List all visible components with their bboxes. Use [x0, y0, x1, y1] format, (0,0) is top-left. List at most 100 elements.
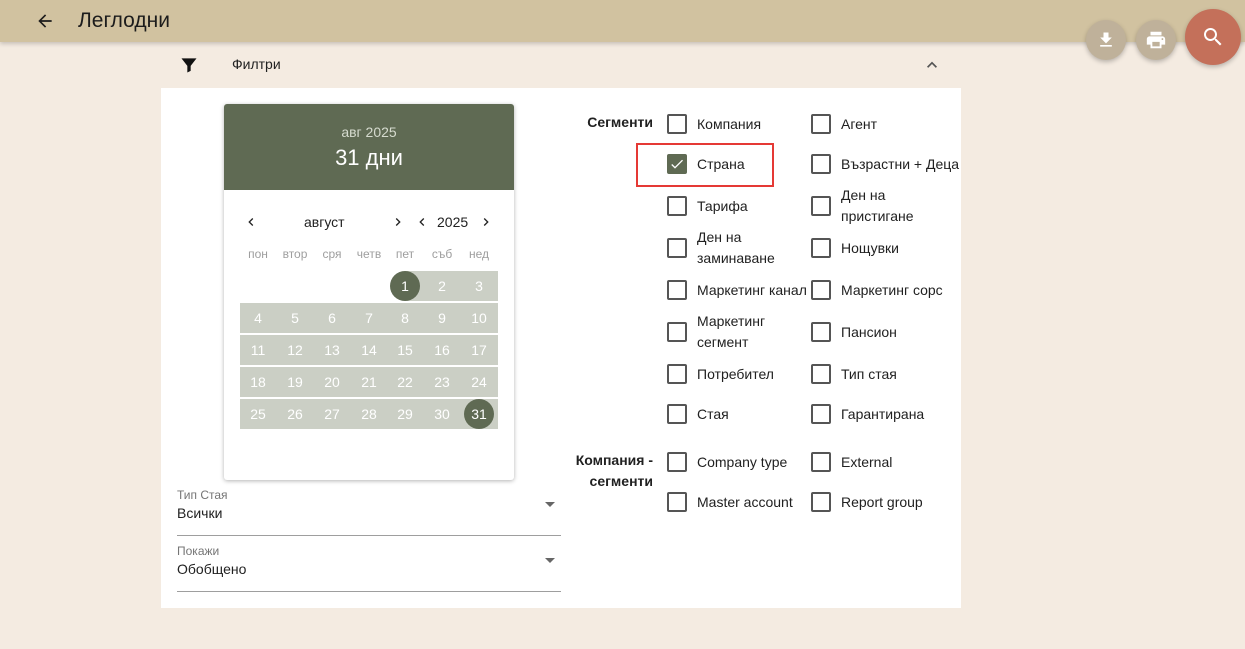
show-label: Покажи	[177, 544, 220, 558]
date-picker-header: авг 2025 31 дни	[224, 104, 514, 190]
checkbox-label: Маркетинг сорс	[841, 281, 943, 298]
checkbox-box[interactable]	[667, 452, 687, 472]
calendar-day[interactable]: 24	[461, 367, 497, 397]
next-month-button[interactable]	[388, 212, 408, 232]
date-picker-subtitle: авг 2025	[341, 124, 397, 140]
calendar-grid: 1 2 3 4 5 6 7 8 9 10 11 12 13 14 15 16 17 18 19 20 21 22 23 24 2…	[240, 271, 498, 431]
checkbox-label: Гарантирана	[841, 405, 925, 422]
calendar-day[interactable]: 17	[461, 335, 497, 365]
checkbox-box[interactable]	[667, 322, 687, 342]
checkbox-label: Ден на заминаване	[697, 229, 775, 266]
checkbox-segments[interactable]: Ден на пристигане	[811, 185, 961, 227]
search-button[interactable]	[1185, 9, 1241, 65]
download-icon	[1100, 32, 1112, 47]
checkbox-box[interactable]	[811, 452, 831, 472]
checkbox-segments[interactable]: Маркетинг сегмент	[667, 311, 817, 353]
calendar-day[interactable]: 12	[277, 335, 313, 365]
checkbox-box[interactable]	[667, 196, 687, 216]
date-picker-days-count: 31 дни	[335, 145, 403, 170]
checkbox-box[interactable]	[667, 404, 687, 424]
room-type-value: Всички	[177, 505, 223, 521]
checkbox-segments[interactable]: Пансион	[811, 322, 961, 342]
checkbox-box[interactable]	[811, 492, 831, 512]
checkbox-box[interactable]	[811, 280, 831, 300]
checkbox-segments[interactable]: Тарифа	[667, 196, 817, 216]
checkbox-segments[interactable]: Тип стая	[811, 364, 961, 384]
checkbox-segments[interactable]: Ден на заминаване	[667, 227, 817, 269]
checkbox-label: Company type	[697, 453, 788, 470]
prev-month-button[interactable]	[241, 212, 261, 232]
calendar-day[interactable]: 18	[240, 367, 276, 397]
calendar-day[interactable]: 13	[314, 335, 350, 365]
checkbox-box[interactable]	[667, 280, 687, 300]
calendar-day[interactable]: 7	[351, 303, 387, 333]
calendar-day[interactable]: 1	[387, 271, 423, 301]
prev-year-button[interactable]	[412, 212, 432, 232]
calendar-day[interactable]: 23	[424, 367, 460, 397]
calendar-day[interactable]: 20	[314, 367, 350, 397]
checkbox-segments[interactable]: Маркетинг сорс	[811, 280, 961, 300]
calendar-day[interactable]: 19	[277, 367, 313, 397]
checkbox-box[interactable]	[811, 364, 831, 384]
filter-icon	[181, 58, 197, 73]
calendar-day[interactable]: 21	[351, 367, 387, 397]
show-select[interactable]: Покажи Обобщено	[177, 542, 561, 592]
checkbox-box[interactable]	[667, 492, 687, 512]
calendar-day[interactable]: 10	[461, 303, 497, 333]
checkbox-segments[interactable]: Възрастни + Деца	[811, 154, 961, 174]
calendar-day[interactable]: 6	[314, 303, 350, 333]
calendar-day[interactable]: 11	[240, 335, 276, 365]
checkbox-box[interactable]	[667, 238, 687, 258]
calendar-day[interactable]: 29	[387, 399, 423, 429]
calendar-day[interactable]: 3	[461, 271, 497, 301]
calendar-day[interactable]: 16	[424, 335, 460, 365]
calendar-day[interactable]: 25	[240, 399, 276, 429]
filter-label: Филтри	[232, 56, 281, 72]
chevron-up-icon[interactable]	[922, 55, 942, 75]
checkbox-segments[interactable]: Потребител	[667, 364, 817, 384]
checkbox-company_segments[interactable]: Report group	[811, 492, 961, 512]
calendar-day[interactable]: 27	[314, 399, 350, 429]
weekday-label: четв	[356, 247, 382, 261]
checkbox-company_segments[interactable]: Company type	[667, 452, 817, 472]
calendar-day[interactable]: 4	[240, 303, 276, 333]
chevron-left-icon	[419, 218, 425, 226]
checkbox-box[interactable]	[667, 364, 687, 384]
checkbox-box[interactable]	[811, 238, 831, 258]
calendar-day[interactable]: 2	[424, 271, 460, 301]
checkbox-segments[interactable]: Гарантирана	[811, 404, 961, 424]
calendar-day[interactable]: 30	[424, 399, 460, 429]
calendar-day[interactable]: 15	[387, 335, 423, 365]
calendar-day[interactable]: 14	[351, 335, 387, 365]
calendar-day[interactable]: 8	[387, 303, 423, 333]
calendar-day[interactable]: 5	[277, 303, 313, 333]
checkbox-company_segments[interactable]: External	[811, 452, 961, 472]
room-type-select[interactable]: Тип Стая Всички	[177, 486, 561, 536]
checkbox-segments[interactable]: Нощувки	[811, 238, 961, 258]
calendar-day[interactable]: 9	[424, 303, 460, 333]
checkbox-segments[interactable]: Компания	[667, 114, 817, 134]
next-year-button[interactable]	[476, 212, 496, 232]
filter-bar[interactable]: Филтри	[161, 46, 961, 82]
weekday-label: втор	[282, 247, 308, 261]
print-button[interactable]	[1136, 20, 1176, 60]
checkbox-label: Нощувки	[841, 239, 899, 256]
calendar-day[interactable]: 22	[387, 367, 423, 397]
checkbox-box[interactable]	[811, 196, 831, 216]
checkbox-box[interactable]	[811, 322, 831, 342]
checkbox-segments[interactable]: Стая	[667, 404, 817, 424]
checkbox-box[interactable]	[811, 114, 831, 134]
calendar-day[interactable]: 31	[461, 399, 497, 429]
checkbox-segments[interactable]: Маркетинг канал	[667, 280, 817, 300]
weekday-label: сря	[322, 247, 342, 261]
download-button[interactable]	[1086, 20, 1126, 60]
back-button[interactable]	[30, 7, 60, 35]
selected-day-marker: 31	[464, 399, 494, 429]
checkbox-box[interactable]	[811, 154, 831, 174]
checkbox-company_segments[interactable]: Master account	[667, 492, 817, 512]
checkbox-segments[interactable]: Агент	[811, 114, 961, 134]
calendar-day[interactable]: 28	[351, 399, 387, 429]
checkbox-box[interactable]	[811, 404, 831, 424]
calendar-day[interactable]: 26	[277, 399, 313, 429]
checkbox-box[interactable]	[667, 114, 687, 134]
